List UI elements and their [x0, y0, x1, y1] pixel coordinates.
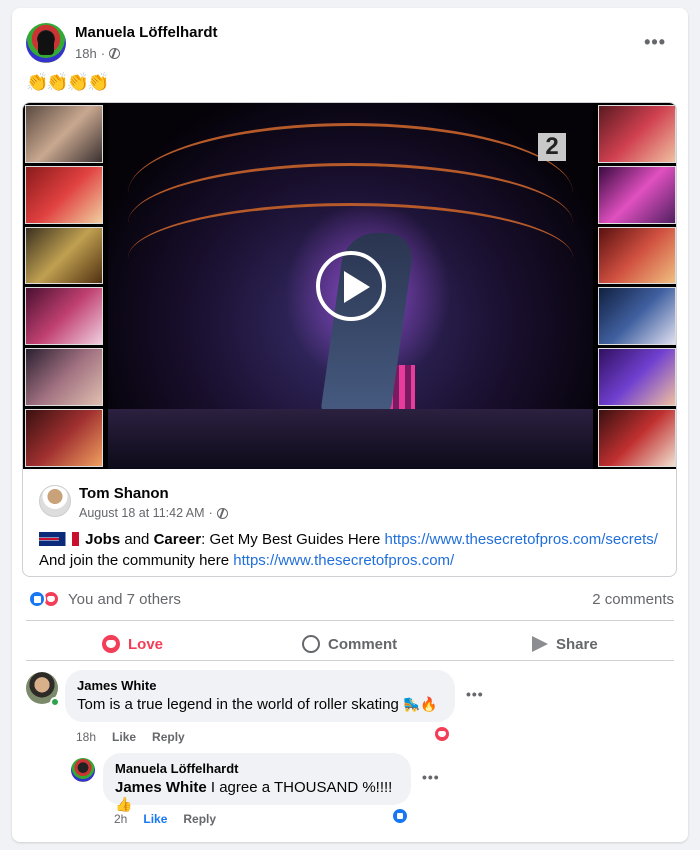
channel-logo: 2 — [538, 133, 566, 161]
comment-more-options-icon[interactable]: ••• — [466, 686, 484, 702]
globe-icon — [216, 507, 228, 519]
play-icon[interactable] — [316, 251, 386, 321]
comment-love-reaction-icon[interactable] — [433, 725, 451, 743]
thumbnail-image — [25, 348, 103, 407]
video-thumbnail-strip-right — [598, 105, 676, 467]
share-label: Share — [556, 635, 598, 653]
community-text: And join the community here — [39, 552, 234, 569]
meta-separator: · — [100, 46, 106, 61]
video-thumbnail-strip-left — [25, 105, 103, 467]
shared-post-meta: August 18 at 11:42 AM · — [79, 506, 228, 520]
thumbnail-image — [25, 409, 103, 467]
thumbnail-image — [598, 226, 676, 285]
comment-time[interactable]: 18h — [76, 730, 96, 744]
shared-post-text: Jobs and Career: Get My Best Guides Here… — [39, 529, 669, 571]
comment-label: Comment — [328, 635, 398, 653]
secrets-link[interactable]: https://www.thesecretofpros.com/secrets/ — [385, 531, 658, 548]
comment-reply-button[interactable]: Reply — [152, 730, 185, 744]
thumbnail-image — [25, 165, 103, 224]
reply-like-button[interactable]: Like — [143, 812, 167, 826]
commenter-name[interactable]: James White — [77, 678, 443, 693]
shared-author-name[interactable]: Tom Shanon — [79, 485, 169, 502]
divider — [26, 660, 674, 661]
divider — [26, 620, 674, 621]
career-label: Career — [153, 531, 202, 548]
comments-count[interactable]: 2 comments — [592, 591, 674, 608]
thumbnail-image — [598, 348, 676, 407]
thumbnail-image — [598, 165, 676, 224]
reply-reply-button[interactable]: Reply — [183, 812, 216, 826]
mention-link[interactable]: James White — [115, 779, 207, 796]
reply-emoji: 👍 — [115, 796, 133, 812]
shared-author-avatar[interactable] — [39, 485, 71, 517]
love-label: Love — [128, 635, 164, 653]
comment-button[interactable]: Comment — [302, 628, 397, 660]
comment-body: Tom is a true legend in the world of rol… — [77, 696, 399, 713]
comment-bubble: James White Tom is a true legend in the … — [65, 670, 455, 722]
video-player[interactable]: 2 — [23, 103, 676, 469]
reply-text: James White I agree a THOUSAND %!!!! 👍 — [115, 779, 399, 813]
comment-text: Tom is a true legend in the world of rol… — [77, 696, 443, 713]
reaction-count-text[interactable]: You and 7 others — [68, 591, 181, 608]
reply-like-reaction-icon[interactable] — [391, 807, 409, 825]
jobs-label: Jobs — [85, 531, 121, 548]
post-author-name[interactable]: Manuela Löffelhardt — [75, 24, 218, 41]
comment-like-button[interactable]: Like — [112, 730, 136, 744]
author-avatar[interactable] — [26, 23, 66, 63]
heart-icon — [102, 635, 120, 653]
post-time[interactable]: 18h — [75, 46, 97, 61]
thumbnail-image — [25, 226, 103, 285]
reply-more-options-icon[interactable]: ••• — [422, 769, 440, 785]
reply-body: I agree a THOUSAND %!!!! — [206, 779, 393, 796]
comment-emoji: 🛼🔥 — [403, 696, 438, 712]
reaction-summary[interactable]: You and 7 others — [28, 590, 181, 608]
france-flag-icon — [59, 532, 79, 546]
online-status-indicator — [50, 697, 60, 707]
thumbnail-image — [598, 105, 676, 163]
stage-floor — [108, 409, 593, 469]
thumbnail-image — [598, 287, 676, 346]
love-button[interactable]: Love — [102, 628, 163, 660]
shared-post: 2 Tom Shanon August 18 at 11:42 AM · Job… — [22, 102, 677, 577]
post-card: Manuela Löffelhardt 18h · ••• 👏👏👏👏 2 Tom… — [12, 8, 688, 842]
globe-icon — [109, 48, 121, 59]
thumbnail-image — [25, 287, 103, 346]
reply-time[interactable]: 2h — [114, 812, 127, 826]
share-icon — [532, 636, 548, 652]
reply-author-avatar[interactable] — [71, 758, 95, 782]
post-more-options-icon[interactable]: ••• — [644, 32, 666, 53]
comment-actions: 18h Like Reply — [76, 730, 185, 744]
share-button[interactable]: Share — [532, 628, 598, 660]
uk-flag-icon — [39, 532, 59, 546]
comment-icon — [302, 635, 320, 653]
thumbnail-image — [598, 409, 676, 467]
community-link[interactable]: https://www.thesecretofpros.com/ — [233, 552, 454, 569]
like-reaction-icon — [28, 590, 46, 608]
guides-text: : Get My Best Guides Here — [201, 531, 385, 548]
thumbnail-image — [25, 105, 103, 163]
reply-author-name[interactable]: Manuela Löffelhardt — [115, 761, 399, 776]
text-and: and — [120, 531, 154, 548]
shared-post-time[interactable]: August 18 at 11:42 AM — [79, 506, 205, 520]
reply-bubble: Manuela Löffelhardt James White I agree … — [103, 753, 411, 812]
meta-separator: · — [208, 506, 213, 520]
post-caption: 👏👏👏👏 — [26, 72, 110, 92]
post-meta: 18h · — [75, 46, 121, 61]
reply-actions: 2h Like Reply — [114, 812, 216, 826]
